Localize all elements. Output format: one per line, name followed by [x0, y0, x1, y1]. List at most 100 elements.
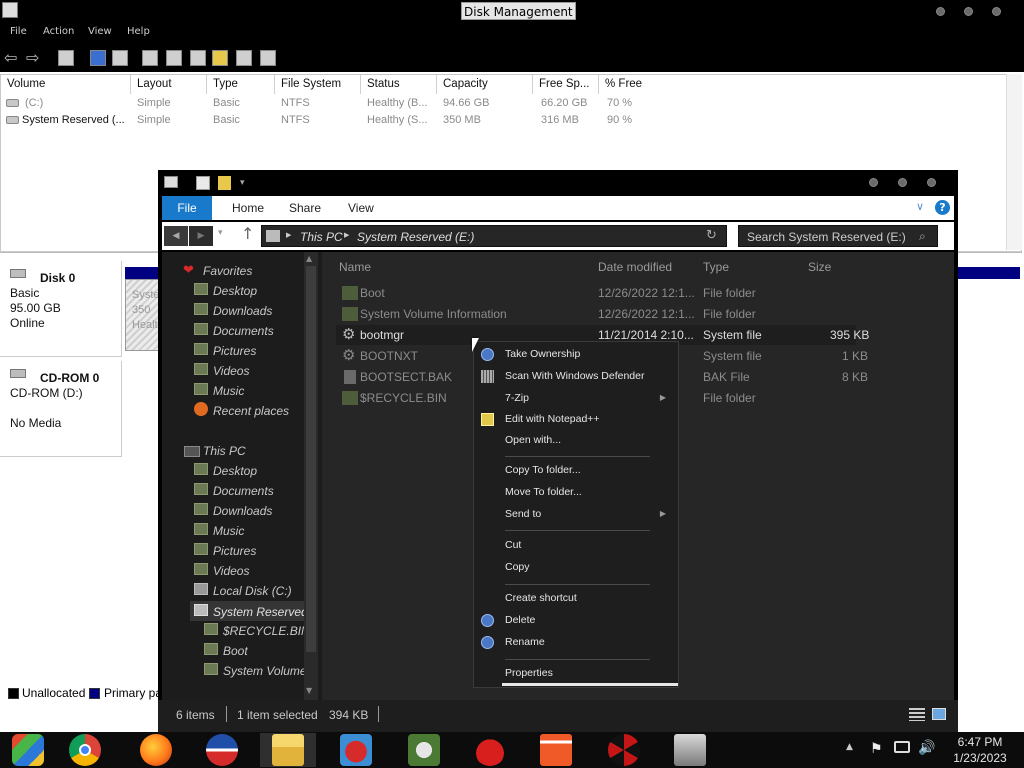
open-folder-icon[interactable]	[212, 50, 228, 66]
address-bar[interactable]: ▶ This PC ▶ System Reserved (E:) ↻	[261, 225, 727, 247]
network-icon[interactable]	[894, 741, 910, 753]
menu-view[interactable]: View	[88, 26, 112, 37]
taskbar-plant-game[interactable]	[396, 733, 452, 767]
taskbar-file-explorer[interactable]	[260, 733, 316, 767]
system-clock[interactable]: 6:47 PM 1/23/2023	[940, 734, 1020, 766]
details-view-icon[interactable]	[909, 708, 925, 721]
menu-move-to-folder[interactable]: Move To folder...	[474, 482, 678, 502]
col-layout[interactable]: Layout	[131, 75, 207, 94]
breadcrumb-current[interactable]: System Reserved (E:)	[357, 230, 474, 244]
large-icons-view-icon[interactable]	[932, 708, 946, 720]
nav-pc-local-disk[interactable]: Local Disk (C:)	[213, 582, 292, 600]
volume-list-scrollbar[interactable]	[1006, 74, 1022, 250]
forward-button[interactable]: ▶	[189, 226, 213, 246]
search-box[interactable]: Search System Reserved (E:) ⌕	[738, 225, 938, 247]
col-percent-free[interactable]: % Free	[599, 75, 679, 94]
table-row[interactable]: (C:) Simple Basic NTFS Healthy (B... 94.…	[1, 95, 1005, 112]
taskbar-obama[interactable]	[194, 733, 250, 767]
nav-pc-system-reserved[interactable]: System Reserved (	[213, 603, 315, 621]
menu-delete[interactable]: Delete	[474, 610, 678, 630]
taskbar-angry-birds[interactable]	[328, 733, 384, 767]
search-input[interactable]: Search System Reserved (E:)	[747, 230, 906, 244]
properties-quick-icon[interactable]	[196, 176, 210, 190]
help-icon[interactable]	[90, 50, 106, 66]
taskbar-chrome[interactable]	[57, 733, 113, 767]
col-date-modified[interactable]: Date modified	[598, 260, 672, 274]
explorer-close-button[interactable]	[927, 178, 936, 187]
nav-pc-desktop[interactable]: Desktop	[213, 462, 257, 480]
menu-cut[interactable]: Cut	[474, 535, 678, 555]
nav-fav-desktop[interactable]: Desktop	[213, 282, 257, 300]
col-status[interactable]: Status	[361, 75, 437, 94]
show-hidden-icons-chevron-icon[interactable]: ▲	[846, 742, 853, 752]
nav-fav-music[interactable]: Music	[213, 382, 244, 400]
ribbon-expand-icon[interactable]: ∨	[916, 200, 924, 213]
taskbar-firefox[interactable]	[128, 733, 184, 767]
delete-icon[interactable]	[166, 50, 182, 66]
nav-pc-downloads[interactable]: Downloads	[213, 502, 272, 520]
scroll-down-arrow-icon[interactable]: ▼	[306, 686, 312, 695]
col-size[interactable]: Size	[808, 260, 831, 274]
nav-scrollbar[interactable]: ▲ ▼	[304, 252, 318, 700]
tab-home[interactable]: Home	[232, 196, 264, 220]
taskbar-radiation[interactable]	[596, 733, 652, 767]
back-button[interactable]: ◀	[164, 226, 188, 246]
table-row[interactable]: System Reserved (... Simple Basic NTFS H…	[1, 112, 1005, 129]
menu-copy-to-folder[interactable]: Copy To folder...	[474, 460, 678, 480]
refresh-icon[interactable]: ↻	[706, 228, 717, 243]
nav-pc-documents[interactable]: Documents	[213, 482, 274, 500]
taskbar-archive-tool[interactable]	[662, 733, 718, 767]
tab-share[interactable]: Share	[289, 196, 321, 220]
refresh-icon[interactable]	[260, 50, 276, 66]
col-type[interactable]: Type	[207, 75, 275, 94]
explorer-maximize-button[interactable]	[898, 178, 907, 187]
up-arrow-icon[interactable]: ↑	[241, 224, 254, 243]
system-reserved-partition[interactable]: Syste 350 Healt	[125, 279, 161, 351]
menu-edit-notepad[interactable]: Edit with Notepad++	[474, 409, 678, 429]
tab-view[interactable]: View	[348, 196, 374, 220]
menu-copy[interactable]: Copy	[474, 557, 678, 577]
console-tree-icon[interactable]	[58, 50, 74, 66]
table-row[interactable]: Boot 12/26/2022 12:1... File folder	[336, 283, 856, 303]
maximize-button[interactable]	[964, 7, 973, 16]
menu-file[interactable]: File	[10, 26, 27, 37]
help-icon[interactable]: ?	[935, 200, 950, 215]
nav-fav-pictures[interactable]: Pictures	[213, 342, 256, 360]
nav-sub-recycle-bin[interactable]: $RECYCLE.BIN	[223, 622, 310, 640]
nav-sub-system-volume[interactable]: System Volume	[223, 662, 307, 680]
menu-open-with[interactable]: Open with...	[474, 430, 678, 450]
back-arrow-icon[interactable]: ⇦	[4, 50, 20, 66]
nav-pc-pictures[interactable]: Pictures	[213, 542, 256, 560]
nav-pc-music[interactable]: Music	[213, 522, 244, 540]
nav-favorites[interactable]: Favorites	[203, 262, 252, 280]
tab-file[interactable]: File	[162, 196, 212, 220]
forward-arrow-icon[interactable]: ⇨	[26, 50, 42, 66]
disk-0-label[interactable]: Disk 0 Basic 95.00 GB Online	[0, 261, 122, 357]
table-row[interactable]: System Volume Information 12/26/2022 12:…	[336, 304, 856, 324]
explorer-minimize-button[interactable]	[869, 178, 878, 187]
close-button[interactable]	[992, 7, 1001, 16]
col-type[interactable]: Type	[703, 260, 729, 274]
nav-sub-boot[interactable]: Boot	[223, 642, 248, 660]
scroll-thumb[interactable]	[306, 266, 316, 652]
breadcrumb-this-pc[interactable]: This PC	[300, 230, 343, 244]
connect-drive-icon[interactable]	[142, 50, 158, 66]
taskbar-red-bird[interactable]	[462, 733, 518, 767]
menu-take-ownership[interactable]: Take Ownership	[474, 344, 678, 364]
nav-fav-videos[interactable]: Videos	[213, 362, 249, 380]
nav-fav-documents[interactable]: Documents	[213, 322, 274, 340]
menu-scan-defender[interactable]: Scan With Windows Defender	[474, 366, 678, 386]
cdrom-0-label[interactable]: CD-ROM 0 CD-ROM (D:) No Media	[0, 361, 122, 457]
check-icon[interactable]	[190, 50, 206, 66]
nav-this-pc[interactable]: This PC	[203, 442, 246, 460]
nav-fav-recent-places[interactable]: Recent places	[213, 402, 289, 420]
new-folder-quick-icon[interactable]	[218, 176, 231, 190]
action-center-flag-icon[interactable]: ⚑	[870, 741, 883, 757]
menu-7zip[interactable]: 7-Zip ▶	[474, 388, 678, 408]
menu-help[interactable]: Help	[127, 26, 150, 37]
volume-icon[interactable]: 🔊	[918, 740, 935, 756]
properties-icon[interactable]	[112, 50, 128, 66]
recent-dropdown-icon[interactable]: ▾	[218, 228, 223, 238]
menu-action[interactable]: Action	[43, 26, 74, 37]
col-volume[interactable]: Volume	[1, 75, 131, 94]
